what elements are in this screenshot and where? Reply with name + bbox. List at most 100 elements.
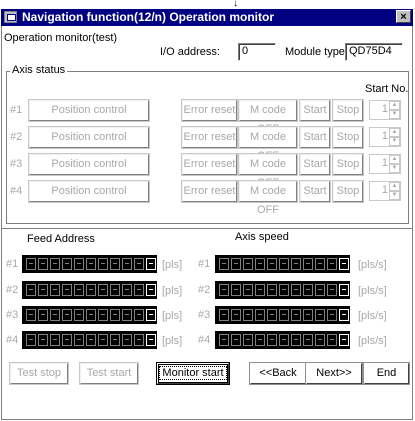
start-button[interactable]: Start — [299, 153, 331, 176]
led-digit — [327, 309, 337, 321]
error-reset-button[interactable]: Error reset — [181, 99, 238, 122]
led-digit — [243, 309, 253, 321]
led-digit — [134, 258, 144, 270]
feed-row-number: #3 — [6, 309, 19, 321]
start-no-value: 1 — [381, 184, 388, 196]
led-digit — [231, 309, 241, 321]
spin-up-icon[interactable]: ▲ — [389, 182, 400, 191]
test-mode-label: Operation monitor(test) — [4, 32, 118, 44]
led-digit — [219, 309, 229, 321]
led-digit — [50, 284, 60, 296]
stop-button[interactable]: Stop — [332, 180, 364, 203]
led-digit — [110, 309, 120, 321]
led-digit — [134, 284, 144, 296]
led-digit — [74, 309, 84, 321]
spin-down-icon[interactable]: ▼ — [389, 137, 400, 146]
led-digit — [327, 334, 337, 346]
module-type-field[interactable]: QD75D4 — [345, 43, 403, 61]
axis-mode-button[interactable]: Position control — [28, 99, 150, 122]
led-digit — [231, 284, 241, 296]
test-start-button[interactable]: Test start — [79, 362, 139, 385]
spin-up-icon[interactable]: ▲ — [389, 101, 400, 110]
led-digit — [38, 284, 48, 296]
start-no-spinner[interactable]: 1 ▲ ▼ — [369, 127, 401, 147]
axis-row-number: #4 — [10, 185, 23, 197]
close-button[interactable]: × — [396, 10, 411, 23]
spin-up-icon[interactable]: ▲ — [389, 128, 400, 137]
module-type-label: Module type: — [285, 46, 348, 58]
spin-down-icon[interactable]: ▼ — [389, 110, 400, 119]
led-digit — [267, 309, 277, 321]
axis-speed-title: Axis speed — [235, 231, 289, 243]
led-digit — [255, 309, 265, 321]
monitor-start-label: Monitor start — [159, 366, 227, 380]
led-digit — [134, 334, 144, 346]
back-button[interactable]: <<Back — [249, 362, 307, 385]
led-digit — [62, 334, 72, 346]
start-button[interactable]: Start — [299, 126, 331, 149]
m-code-off-button[interactable]: M code OFF — [238, 153, 298, 189]
axis-row-number: #1 — [10, 104, 23, 116]
axis-mode-button[interactable]: Position control — [28, 153, 150, 176]
led-digit — [38, 334, 48, 346]
led-digit — [219, 284, 229, 296]
speed-unit-label: [pls/s] — [358, 310, 387, 322]
io-address-field[interactable]: 0 — [238, 43, 276, 61]
led-digit — [291, 334, 301, 346]
led-digit — [267, 334, 277, 346]
spin-down-icon[interactable]: ▼ — [389, 191, 400, 200]
test-stop-button[interactable]: Test stop — [9, 362, 69, 385]
led-digit — [291, 284, 301, 296]
led-digit — [98, 334, 108, 346]
speed-row-number: #3 — [198, 309, 211, 321]
stop-button[interactable]: Stop — [332, 153, 364, 176]
start-no-value: 1 — [381, 103, 388, 115]
axis-mode-button[interactable]: Position control — [28, 126, 150, 149]
feed-unit-label: [pls] — [162, 335, 183, 347]
led-digit — [219, 258, 229, 270]
m-code-off-button[interactable]: M code OFF — [238, 99, 298, 135]
stop-button[interactable]: Stop — [332, 99, 364, 122]
led-digit — [255, 284, 265, 296]
spin-down-icon[interactable]: ▼ — [389, 164, 400, 173]
start-no-spinner[interactable]: 1 ▲ ▼ — [369, 181, 401, 201]
led-digit — [339, 284, 349, 296]
end-button[interactable]: End — [363, 362, 410, 385]
led-digit — [74, 334, 84, 346]
led-digit — [303, 334, 313, 346]
m-code-off-button[interactable]: M code OFF — [238, 180, 298, 216]
m-code-off-button[interactable]: M code OFF — [238, 126, 298, 162]
led-digit — [98, 284, 108, 296]
led-digit — [26, 334, 36, 346]
title-bar: Navigation function(12/n) Operation moni… — [1, 9, 413, 26]
led-digit — [267, 258, 277, 270]
stop-button[interactable]: Stop — [332, 126, 364, 149]
led-digit — [279, 258, 289, 270]
feed-unit-label: [pls] — [162, 285, 183, 297]
monitor-start-button[interactable]: Monitor start — [156, 362, 230, 385]
speed-unit-label: [pls/s] — [358, 335, 387, 347]
start-no-spinner[interactable]: 1 ▲ ▼ — [369, 154, 401, 174]
next-button[interactable]: Next>> — [305, 362, 363, 385]
start-button[interactable]: Start — [299, 99, 331, 122]
axis-mode-button[interactable]: Position control — [28, 180, 150, 203]
led-digit — [62, 258, 72, 270]
operation-monitor-window: ↓ Navigation function(12/n) Operation mo… — [0, 0, 415, 421]
down-arrow-icon: ↓ — [233, 0, 238, 9]
led-digit — [50, 309, 60, 321]
led-digit — [291, 258, 301, 270]
led-digit — [98, 309, 108, 321]
axis-row-number: #2 — [10, 131, 23, 143]
spin-up-icon[interactable]: ▲ — [389, 155, 400, 164]
start-no-spinner[interactable]: 1 ▲ ▼ — [369, 100, 401, 120]
window-title: Navigation function(12/n) Operation moni… — [22, 10, 274, 24]
feed-address-display — [22, 306, 157, 324]
error-reset-button[interactable]: Error reset — [181, 180, 238, 203]
error-reset-button[interactable]: Error reset — [181, 126, 238, 149]
error-reset-button[interactable]: Error reset — [181, 153, 238, 176]
axis-status-title: Axis status — [10, 64, 68, 76]
led-digit — [146, 258, 156, 270]
start-no-value: 1 — [381, 130, 388, 142]
start-button[interactable]: Start — [299, 180, 331, 203]
led-digit — [86, 258, 96, 270]
